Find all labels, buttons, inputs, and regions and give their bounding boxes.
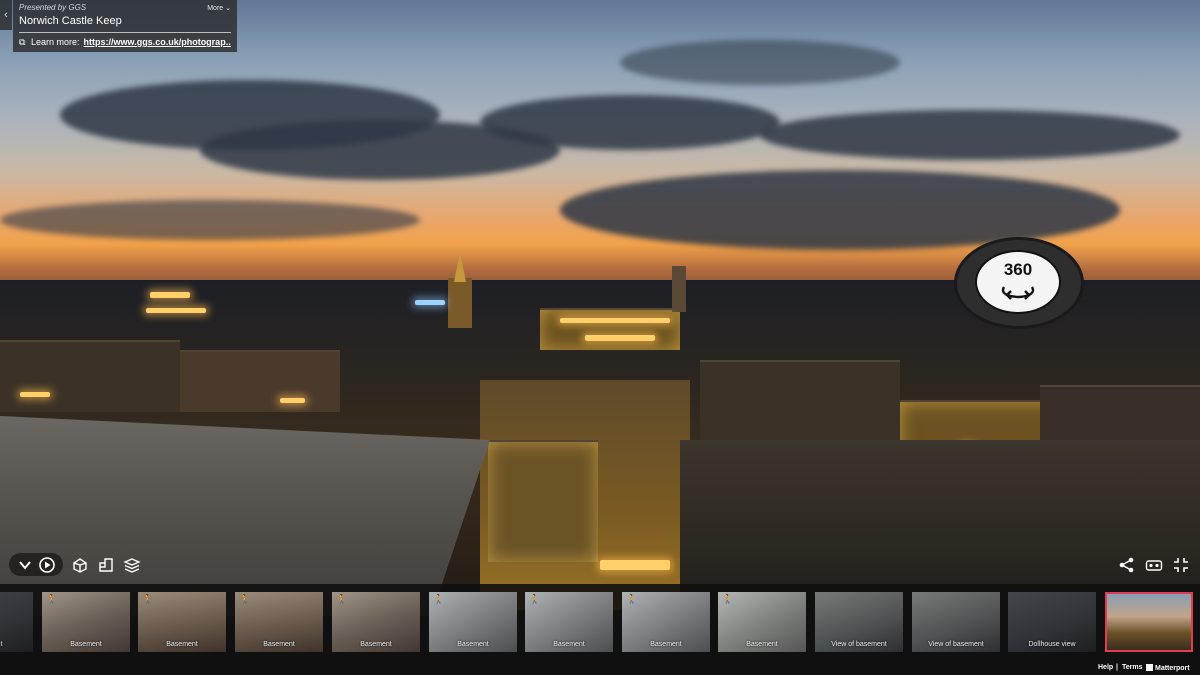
360-view-badge[interactable]: 360 bbox=[954, 237, 1084, 329]
terms-link[interactable]: Terms bbox=[1122, 664, 1143, 671]
highlight-thumbnail[interactable]: View of basement bbox=[815, 592, 903, 652]
lit-building bbox=[488, 440, 598, 562]
thumbnail-label: Basement bbox=[360, 641, 392, 648]
highlight-thumbnail[interactable]: 🚶 Basement bbox=[138, 592, 226, 652]
street-light bbox=[600, 560, 670, 570]
city-light bbox=[280, 398, 305, 403]
floors-icon[interactable] bbox=[123, 556, 141, 574]
walk-icon: 🚶 bbox=[433, 594, 445, 604]
building bbox=[1040, 385, 1200, 447]
360-badge-face: 360 bbox=[975, 250, 1061, 314]
city-light bbox=[415, 300, 445, 305]
walk-icon: 🚶 bbox=[46, 594, 58, 604]
highlight-thumbnail[interactable]: 🚶 Basement bbox=[718, 592, 806, 652]
clock-tower bbox=[672, 266, 686, 312]
highlight-thumbnail[interactable]: 🚶 Basement bbox=[525, 592, 613, 652]
city-light bbox=[585, 335, 655, 341]
thumbnail-label: View of basement bbox=[928, 641, 984, 648]
cloud bbox=[480, 95, 780, 150]
highlight-thumbnail[interactable]: View of basement bbox=[912, 592, 1000, 652]
highlight-thumbnail[interactable]: 🚶 Basement bbox=[622, 592, 710, 652]
fullscreen-icon[interactable] bbox=[1172, 556, 1190, 574]
dollhouse-icon[interactable] bbox=[71, 556, 89, 574]
chevron-down-icon[interactable] bbox=[16, 556, 34, 574]
highlight-thumbnail[interactable]: Dollhouse view bbox=[1008, 592, 1096, 652]
walk-icon: 🚶 bbox=[336, 594, 348, 604]
building bbox=[180, 350, 340, 412]
cloud bbox=[0, 200, 420, 240]
thumbnail-label: Basement bbox=[650, 641, 682, 648]
play-icon[interactable] bbox=[38, 556, 56, 574]
walk-icon: 🚶 bbox=[626, 594, 638, 604]
help-link[interactable]: Help bbox=[1098, 664, 1113, 671]
learn-more-row: ⧉ Learn more: https://www.ggs.co.uk/photog… bbox=[19, 37, 231, 48]
cloud bbox=[760, 110, 1180, 160]
thumbnail-label: Basement bbox=[553, 641, 585, 648]
learn-more-label: Learn more: bbox=[31, 37, 80, 47]
matterport-icon bbox=[1146, 664, 1153, 671]
tour-title: Norwich Castle Keep bbox=[19, 15, 122, 27]
divider bbox=[19, 32, 231, 33]
cathedral-tower bbox=[448, 278, 472, 328]
walk-icon: 🚶 bbox=[142, 594, 154, 604]
external-link-icon: ⧉ bbox=[19, 37, 26, 47]
city-light bbox=[146, 308, 206, 313]
more-button[interactable]: More ⌄ bbox=[207, 4, 231, 12]
footer-separator: | bbox=[1116, 664, 1118, 671]
panorama-view[interactable] bbox=[0, 0, 1200, 675]
thumbnail-label: Dollhouse view bbox=[1028, 641, 1076, 648]
lit-building bbox=[540, 308, 680, 350]
chevron-down-icon: ⌄ bbox=[225, 5, 231, 12]
thumbnail-label: Basement bbox=[457, 641, 489, 648]
share-icon[interactable] bbox=[1118, 556, 1136, 574]
highlight-thumbnail[interactable]: 🚶 Basement bbox=[235, 592, 323, 652]
city-light bbox=[560, 318, 670, 323]
collapse-panel-button[interactable]: ‹ bbox=[0, 0, 12, 30]
city-light bbox=[20, 392, 50, 397]
building bbox=[700, 360, 900, 442]
matterport-label: Matterport bbox=[1155, 665, 1190, 672]
highlight-reel: asement 🚶 Basement 🚶 Basement 🚶 Basement 🚶 Basem… bbox=[0, 584, 1200, 675]
more-label[interactable]: More bbox=[207, 5, 223, 12]
360-label: 360 bbox=[1003, 260, 1033, 279]
walk-icon: 🚶 bbox=[722, 594, 734, 604]
city-light bbox=[150, 292, 190, 298]
highlight-thumbnail[interactable]: 🚶 Basement bbox=[332, 592, 420, 652]
thumbnail-label: Basement bbox=[70, 641, 102, 648]
matterport-logo[interactable]: Matterport bbox=[1146, 664, 1190, 672]
learn-more-link[interactable]: https://www.ggs.co.uk/photograp... bbox=[84, 37, 231, 47]
vr-icon[interactable] bbox=[1145, 556, 1163, 574]
thumbnail-label: Basement bbox=[746, 641, 778, 648]
walk-icon: 🚶 bbox=[529, 594, 541, 604]
thumbnail-label: asement bbox=[0, 641, 3, 648]
thumbnail-label: Basement bbox=[166, 641, 198, 648]
rotate-icon bbox=[1001, 286, 1035, 300]
highlight-thumbnail[interactable]: 🚶 Basement bbox=[429, 592, 517, 652]
thumbnail-label: View of basement bbox=[831, 641, 887, 648]
presented-by: Presented by GGS bbox=[19, 3, 87, 12]
cathedral-spire bbox=[454, 252, 466, 282]
cloud bbox=[620, 40, 900, 85]
highlight-thumbnail[interactable] bbox=[1105, 592, 1193, 652]
tour-info-card: Presented by GGS More ⌄ Norwich Castle K… bbox=[13, 0, 237, 52]
building bbox=[0, 340, 180, 412]
highlight-thumbnail[interactable]: 🚶 Basement bbox=[42, 592, 130, 652]
floorplan-icon[interactable] bbox=[97, 556, 115, 574]
thumbnail-label: Basement bbox=[263, 641, 295, 648]
walk-icon: 🚶 bbox=[239, 594, 251, 604]
highlight-thumbnail[interactable]: asement bbox=[0, 592, 33, 652]
